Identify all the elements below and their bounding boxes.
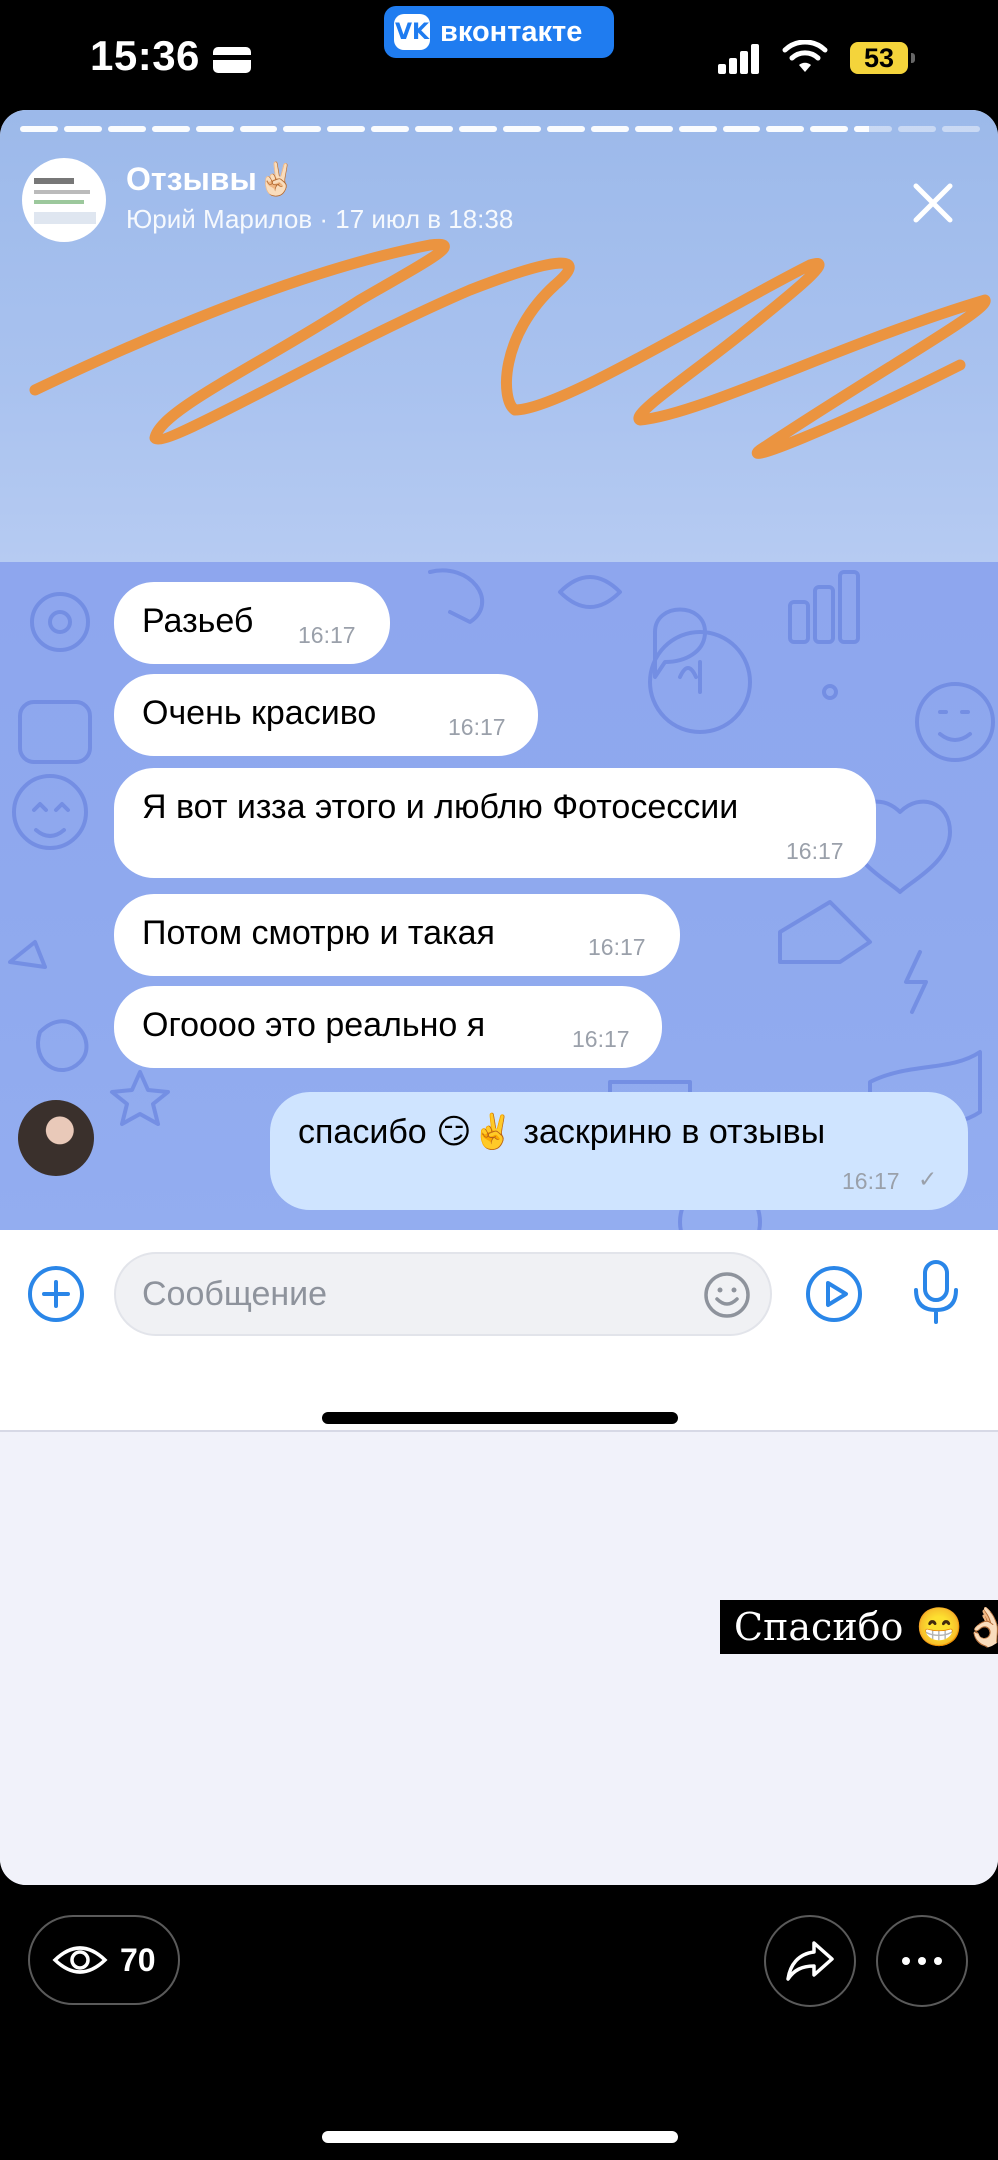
story-card[interactable]: Отзывы✌🏻 Юрий Марилов · 17 июл в 18:38 Р…	[0, 110, 998, 1885]
message-text: Очень красиво	[142, 694, 377, 732]
vk-logo-icon: VK	[394, 14, 430, 50]
sticker-caption: Спасибо 😁👌🏻	[720, 1600, 998, 1654]
progress-segment	[283, 126, 322, 132]
app-pill-label: вконтакте	[440, 15, 583, 48]
progress-segment	[327, 126, 366, 132]
scribble-drawing	[29, 238, 991, 459]
eye-icon	[52, 1946, 108, 1974]
message-bubble[interactable]: Огоооо это реально я 16:17	[114, 986, 662, 1068]
message-time: 16:17	[572, 1026, 630, 1052]
video-icon[interactable]	[804, 1264, 864, 1324]
progress-segment	[371, 126, 410, 132]
message-text: Потом смотрю и такая	[142, 914, 495, 952]
progress-segment	[151, 126, 190, 132]
progress-segment	[459, 126, 497, 132]
plus-icon[interactable]	[26, 1264, 86, 1324]
signal-icon	[718, 44, 760, 74]
message-time: 16:17	[588, 934, 646, 960]
message-bubble[interactable]: Я вот изза этого и люблю Фотосессии 16:1…	[114, 768, 876, 878]
app-pill[interactable]: VK вконтакте	[384, 6, 614, 58]
composer: Сообщение	[0, 1230, 998, 1440]
share-icon	[786, 1941, 834, 1981]
home-indicator	[322, 1412, 678, 1424]
story-lower-area	[0, 1430, 998, 1885]
progress-segment	[678, 126, 717, 132]
message-bubble[interactable]: Потом смотрю и такая 16:17	[114, 894, 680, 976]
progress-segment	[898, 126, 937, 132]
message-time: 16:17	[786, 838, 844, 864]
progress-segment	[502, 126, 541, 132]
message-input-placeholder: Сообщение	[142, 1274, 328, 1313]
message-time: 16:17	[448, 714, 506, 740]
progress-segment	[195, 126, 234, 132]
progress-segment	[63, 126, 102, 132]
progress-segment	[20, 126, 58, 132]
message-time: 16:17	[842, 1168, 900, 1194]
progress-segment	[239, 126, 278, 132]
status-time: 15:36	[90, 32, 200, 79]
progress-segment	[634, 126, 673, 132]
progress-segment	[766, 126, 805, 132]
battery-icon: 53	[850, 42, 915, 74]
message-input[interactable]: Сообщение	[114, 1252, 772, 1336]
message-text: Разьеб	[142, 602, 254, 640]
more-button[interactable]	[876, 1915, 968, 2007]
progress-segment	[722, 126, 761, 132]
card-icon	[213, 47, 251, 73]
read-check-icon: ✓	[918, 1166, 938, 1192]
message-text: Огоооо это реально я	[142, 1006, 486, 1044]
share-button[interactable]	[764, 1915, 856, 2007]
more-icon	[902, 1957, 942, 1965]
message-bubble[interactable]: Очень красиво 16:17	[114, 674, 538, 756]
sender-avatar[interactable]	[18, 1100, 94, 1176]
progress-segment	[107, 126, 146, 132]
message-time: 16:17	[298, 622, 356, 648]
message-bubble[interactable]: Разьеб 16:17	[114, 582, 390, 664]
chat-screenshot: Разьеб 16:17 Очень красиво 16:17 Я вот и…	[0, 562, 998, 1230]
progress-segment	[854, 126, 893, 132]
message-bubble-outgoing[interactable]: спасибо 😏✌️ заскриню в отзывы 16:17 ✓	[270, 1092, 968, 1210]
mic-icon[interactable]	[908, 1258, 964, 1326]
emoji-icon[interactable]	[702, 1270, 752, 1320]
progress-segment	[942, 126, 980, 132]
progress-segment	[415, 126, 454, 132]
wifi-icon	[782, 40, 828, 72]
home-indicator-bottom	[322, 2131, 678, 2143]
progress-segment	[810, 126, 849, 132]
message-text: спасибо 😏✌️ заскриню в отзывы	[298, 1113, 826, 1151]
views-count: 70	[120, 1941, 156, 1978]
progress-segment	[546, 126, 585, 132]
progress-segment	[590, 126, 629, 132]
message-text: Я вот изза этого и люблю Фотосессии	[142, 788, 739, 826]
views-button[interactable]: 70	[28, 1915, 180, 2005]
story-progress	[20, 126, 980, 132]
